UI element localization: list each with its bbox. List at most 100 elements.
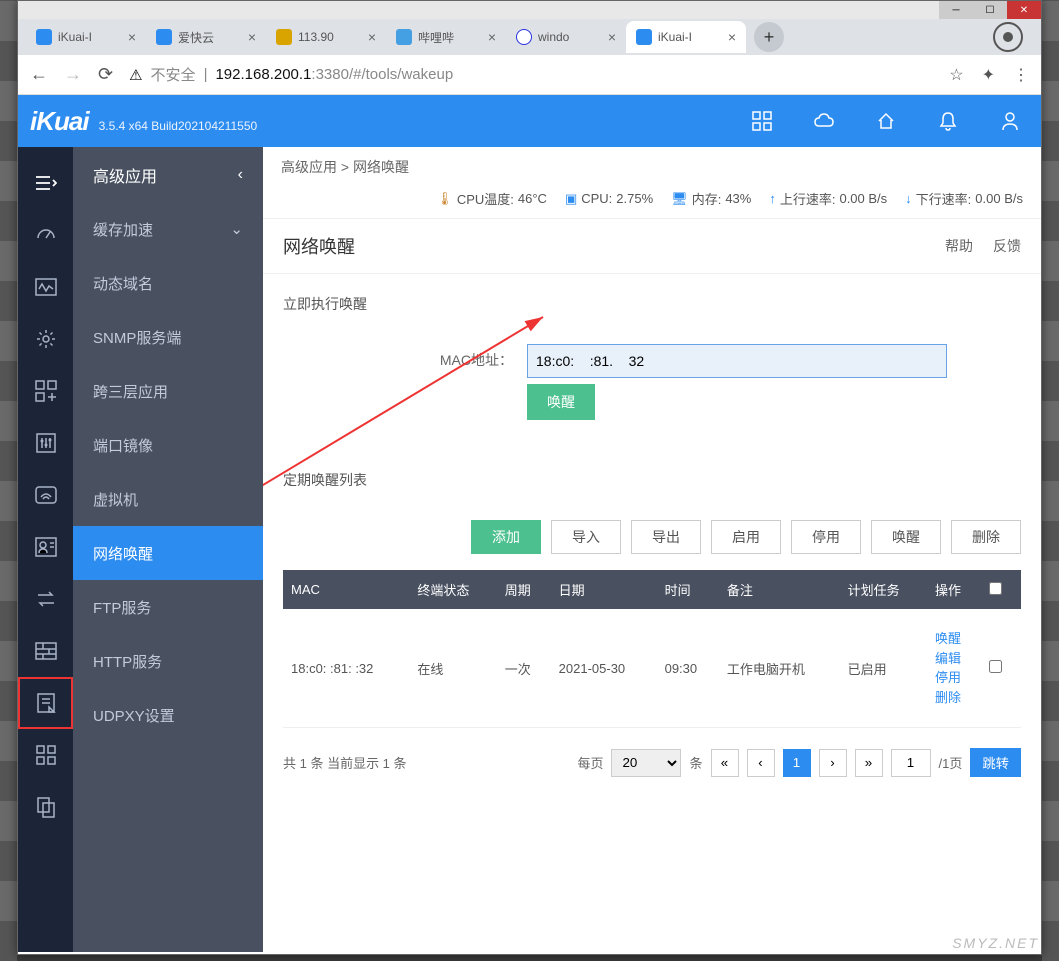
page-1-button[interactable]: 1 xyxy=(783,749,811,777)
apps-icon[interactable] xyxy=(751,110,773,132)
cloud-icon[interactable] xyxy=(813,110,835,132)
add-button[interactable]: 添加 xyxy=(471,520,541,554)
export-button[interactable]: 导出 xyxy=(631,520,701,554)
new-tab-button[interactable]: + xyxy=(754,22,784,52)
home-icon[interactable] xyxy=(875,110,897,132)
star-icon[interactable]: ☆ xyxy=(949,65,963,85)
sidebar: 高级应用‹ 缓存加速⌄ 动态域名 SNMP服务端 跨三层应用 端口镜像 虚拟机 … xyxy=(73,147,263,952)
wake-list-button[interactable]: 唤醒 xyxy=(871,520,941,554)
rail-copy-icon[interactable] xyxy=(18,781,73,833)
tab-label: 爱快云 xyxy=(178,29,214,46)
cell-status: 在线 xyxy=(409,609,496,728)
browser-tab[interactable]: iKuai-I× xyxy=(26,21,146,53)
bell-icon[interactable] xyxy=(937,110,959,132)
first-page-button[interactable]: « xyxy=(711,749,739,777)
user-icon[interactable] xyxy=(999,110,1021,132)
watermark: SMYZ.NET xyxy=(952,935,1039,951)
rail-contact-icon[interactable] xyxy=(18,521,73,573)
window-minimize-button[interactable]: ─ xyxy=(939,1,973,19)
col-date[interactable]: 日期 xyxy=(551,570,657,609)
per-page-select[interactable]: 20 xyxy=(611,749,681,777)
wake-button[interactable]: 唤醒 xyxy=(527,384,595,420)
rail-gear-icon[interactable] xyxy=(18,313,73,365)
extension-icon[interactable]: ✦ xyxy=(982,65,995,85)
tab-close-icon[interactable]: × xyxy=(128,29,136,45)
rail-note-icon[interactable] xyxy=(18,677,73,729)
feedback-link[interactable]: 反馈 xyxy=(993,236,1021,256)
immediate-section-title: 立即执行唤醒 xyxy=(283,294,1021,314)
op-disable[interactable]: 停用 xyxy=(935,668,973,688)
favicon-icon xyxy=(396,29,412,45)
pager: 共 1 条 当前显示 1 条 每页 20 条 « ‹ 1 › » /1页 跳转 xyxy=(263,728,1041,797)
browser-tab[interactable]: 哔哩哔× xyxy=(386,21,506,53)
col-task[interactable]: 计划任务 xyxy=(840,570,927,609)
jump-button[interactable]: 跳转 xyxy=(970,748,1021,777)
tab-close-icon[interactable]: × xyxy=(368,29,376,45)
select-all-checkbox[interactable] xyxy=(989,582,1002,595)
disable-button[interactable]: 停用 xyxy=(791,520,861,554)
op-delete[interactable]: 删除 xyxy=(935,688,973,708)
last-page-button[interactable]: » xyxy=(855,749,883,777)
sidebar-item-udpxy[interactable]: UDPXY设置 xyxy=(73,688,263,742)
col-op[interactable]: 操作 xyxy=(927,570,981,609)
rail-network-icon[interactable] xyxy=(18,365,73,417)
help-link[interactable]: 帮助 xyxy=(945,236,973,256)
breadcrumb-root[interactable]: 高级应用 xyxy=(281,159,337,175)
back-button[interactable]: ← xyxy=(30,64,48,85)
reload-button[interactable]: ⟳ xyxy=(98,64,113,85)
mac-label: MAC地址： xyxy=(283,344,513,370)
sidebar-item-snmp[interactable]: SNMP服务端 xyxy=(73,310,263,364)
prev-page-button[interactable]: ‹ xyxy=(747,749,775,777)
row-checkbox[interactable] xyxy=(989,660,1002,673)
op-wake[interactable]: 唤醒 xyxy=(935,629,973,649)
delete-button[interactable]: 删除 xyxy=(951,520,1021,554)
window-maximize-button[interactable]: ☐ xyxy=(973,1,1007,19)
menu-icon[interactable]: ⋮ xyxy=(1013,65,1029,85)
forward-button[interactable]: → xyxy=(64,64,82,85)
system-bar: 🌡CPU温度: 46°C ▣CPU: 2.75% 🖥内存: 43% ↑上行速率:… xyxy=(263,183,1041,219)
mac-input[interactable] xyxy=(527,344,947,378)
rail-firewall-icon[interactable] xyxy=(18,625,73,677)
col-status[interactable]: 终端状态 xyxy=(409,570,496,609)
sidebar-item-ddns[interactable]: 动态域名 xyxy=(73,256,263,310)
browser-tab[interactable]: 113.90× xyxy=(266,21,386,53)
col-mac[interactable]: MAC xyxy=(283,570,409,609)
col-time[interactable]: 时间 xyxy=(657,570,719,609)
col-note[interactable]: 备注 xyxy=(719,570,840,609)
sidebar-item-wol[interactable]: 网络唤醒 xyxy=(73,526,263,580)
rail-dashboard-icon[interactable] xyxy=(18,209,73,261)
favicon-icon xyxy=(156,29,172,45)
col-cycle[interactable]: 周期 xyxy=(497,570,551,609)
sidebar-item-portmirror[interactable]: 端口镜像 xyxy=(73,418,263,472)
tab-close-icon[interactable]: × xyxy=(248,29,256,45)
page-input[interactable] xyxy=(891,749,931,777)
url-input[interactable]: ⚠ 不安全 | 192.168.200.1:3380/#/tools/wakeu… xyxy=(129,64,933,85)
sidebar-item-http[interactable]: HTTP服务 xyxy=(73,634,263,688)
window-close-button[interactable]: ✕ xyxy=(1007,1,1041,19)
op-edit[interactable]: 编辑 xyxy=(935,649,973,669)
rail-apps2-icon[interactable] xyxy=(18,729,73,781)
rail-swap-icon[interactable] xyxy=(18,573,73,625)
rail-wifi-icon[interactable] xyxy=(18,469,73,521)
rail-monitor-icon[interactable] xyxy=(18,261,73,313)
rail-sliders-icon[interactable] xyxy=(18,417,73,469)
rail-collapse-icon[interactable] xyxy=(18,157,73,209)
tab-close-icon[interactable]: × xyxy=(488,29,496,45)
sidebar-item-vm[interactable]: 虚拟机 xyxy=(73,472,263,526)
sidebar-item-layer3[interactable]: 跨三层应用 xyxy=(73,364,263,418)
import-button[interactable]: 导入 xyxy=(551,520,621,554)
tab-label: iKuai-I xyxy=(658,30,692,44)
sidebar-item-cache[interactable]: 缓存加速⌄ xyxy=(73,202,263,256)
logo: iKuai xyxy=(30,106,89,137)
account-icon[interactable] xyxy=(993,22,1023,52)
security-label: 不安全 xyxy=(151,64,196,85)
next-page-button[interactable]: › xyxy=(819,749,847,777)
tab-close-icon[interactable]: × xyxy=(608,29,616,45)
browser-tab[interactable]: 爱快云 × xyxy=(146,21,266,53)
sidebar-item-ftp[interactable]: FTP服务 xyxy=(73,580,263,634)
enable-button[interactable]: 启用 xyxy=(711,520,781,554)
tab-close-icon[interactable]: × xyxy=(728,29,736,45)
chevron-left-icon[interactable]: ‹ xyxy=(238,166,243,184)
browser-tab[interactable]: iKuai-I × xyxy=(626,21,746,53)
browser-tab[interactable]: windo× xyxy=(506,21,626,53)
